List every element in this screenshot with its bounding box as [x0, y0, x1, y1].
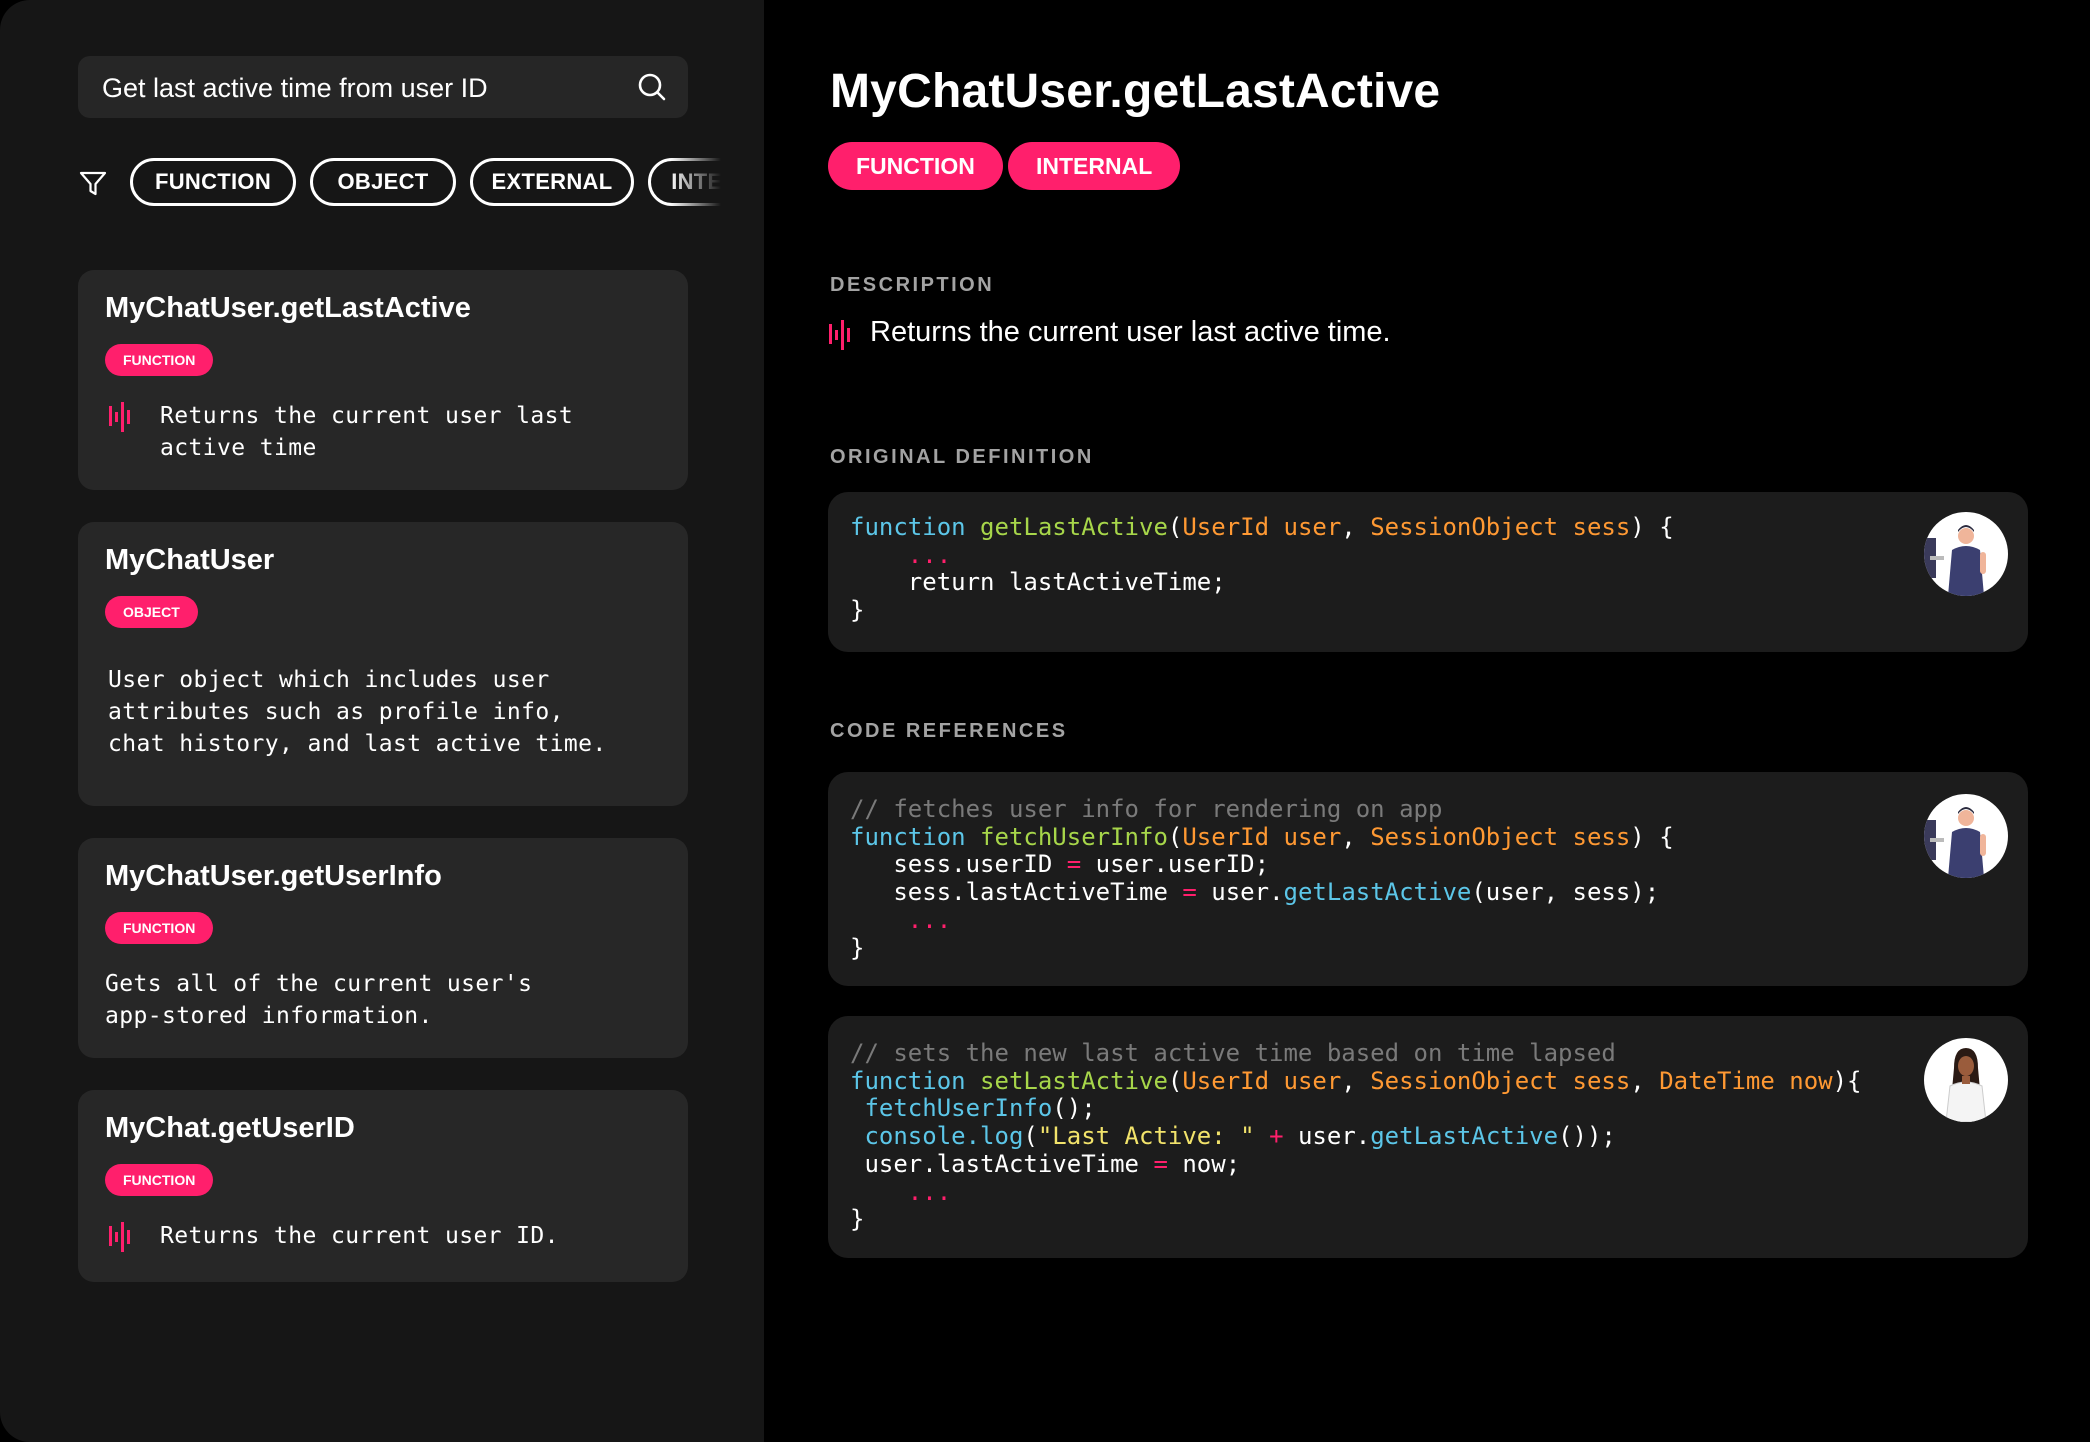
ai-summary-icon	[109, 402, 130, 432]
result-description: User object which includes user attribut…	[108, 667, 607, 757]
filter-chip-object[interactable]: OBJECT	[310, 158, 456, 206]
code-snippet: function getLastActive(UserId user, Sess…	[850, 513, 1674, 625]
detail-tag-internal: INTERNAL	[1008, 142, 1181, 190]
search-input[interactable]: Get last active time from user ID	[102, 73, 488, 104]
ai-summary-icon	[829, 320, 850, 350]
filter-icon[interactable]	[78, 168, 108, 198]
filter-chip-function[interactable]: FUNCTION	[130, 158, 296, 206]
author-avatar[interactable]	[1924, 1038, 2008, 1122]
result-card[interactable]: MyChatUser.getUserInfo FUNCTION Gets all…	[78, 838, 688, 1058]
detail-tag-function: FUNCTION	[828, 142, 1003, 190]
references-label: CODE REFERENCES	[830, 720, 1068, 742]
result-card[interactable]: MyChatUser.getLastActive FUNCTION Return…	[78, 270, 688, 490]
search-icon[interactable]	[636, 71, 668, 103]
result-title: MyChatUser	[105, 544, 275, 576]
page-title: MyChatUser.getLastActive	[830, 65, 1441, 118]
search-results-panel: Get last active time from user ID FUNCTI…	[0, 0, 764, 1442]
filter-chip-external[interactable]: EXTERNAL	[470, 158, 634, 206]
definition-label: ORIGINAL DEFINITION	[830, 446, 1094, 468]
result-title: MyChatUser.getUserInfo	[105, 860, 442, 892]
result-title: MyChatUser.getLastActive	[105, 292, 471, 324]
app-window: Get last active time from user ID FUNCTI…	[0, 0, 2090, 1442]
detail-description: Returns the current user last active tim…	[870, 316, 1391, 348]
result-description: Returns the current user ID.	[160, 1223, 559, 1249]
definition-code-block[interactable]: function getLastActive(UserId user, Sess…	[828, 492, 2028, 652]
result-card[interactable]: MyChat.getUserID FUNCTION Returns the cu…	[78, 1090, 688, 1282]
search-bar[interactable]: Get last active time from user ID	[78, 56, 688, 118]
result-card[interactable]: MyChatUser OBJECT User object which incl…	[78, 522, 688, 806]
code-snippet: // sets the new last active time based o…	[850, 1039, 1862, 1234]
man-avatar-icon	[1924, 525, 1986, 596]
filter-bar: FUNCTION OBJECT EXTERNAL INTERNAL	[78, 158, 730, 208]
author-avatar[interactable]	[1924, 794, 2008, 878]
reference-code-block[interactable]: // fetches user info for rendering on ap…	[828, 772, 2028, 986]
code-snippet: // fetches user info for rendering on ap…	[850, 795, 1674, 962]
result-description: Returns the current user last active tim…	[160, 403, 574, 461]
result-description: Gets all of the current user's app-store…	[105, 971, 533, 1029]
man-avatar-icon	[1924, 807, 1986, 878]
result-tag: OBJECT	[105, 596, 198, 628]
woman-avatar-icon	[1945, 1048, 1987, 1122]
ai-summary-icon	[109, 1222, 130, 1252]
filter-overflow-fade	[670, 158, 730, 208]
author-avatar[interactable]	[1924, 512, 2008, 596]
result-tag: FUNCTION	[105, 912, 214, 944]
description-label: DESCRIPTION	[830, 274, 995, 296]
result-title: MyChat.getUserID	[105, 1112, 355, 1144]
result-tag: FUNCTION	[105, 344, 214, 376]
reference-code-block[interactable]: // sets the new last active time based o…	[828, 1016, 2028, 1258]
result-tag: FUNCTION	[105, 1164, 214, 1196]
